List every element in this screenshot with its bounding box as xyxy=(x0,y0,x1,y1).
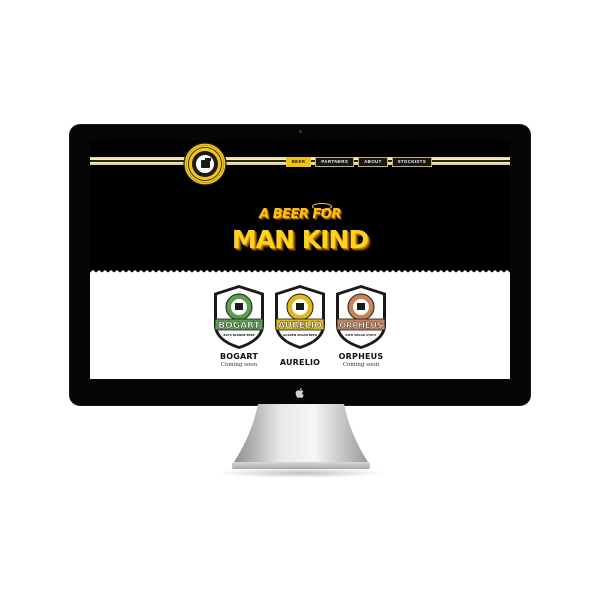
svg-text:AURELIO: AURELIO xyxy=(278,321,322,331)
svg-text:ORPHEUS: ORPHEUS xyxy=(339,321,382,330)
bogart-badge-icon: BOGART BOYS BLONDE BEER xyxy=(214,285,264,349)
product-name[interactable]: AURELIO xyxy=(267,358,333,367)
apple-icon xyxy=(295,388,304,398)
product-name[interactable]: BOGART xyxy=(206,352,272,361)
hero-section: A BEER FOR MAN KIND xyxy=(90,187,510,273)
website-screen: BEER PARTNERS ABOUT STOCKISTS A BEER FOR… xyxy=(90,141,510,379)
product-card[interactable]: BOGART BOYS BLONDE BEER BOGART Coming so… xyxy=(206,283,272,368)
product-name[interactable]: ORPHEUS xyxy=(328,352,394,361)
products-section: BOGART BOYS BLONDE BEER BOGART Coming so… xyxy=(90,273,510,379)
monitor-frame: BEER PARTNERS ABOUT STOCKISTS A BEER FOR… xyxy=(70,125,530,405)
svg-text:BOGART: BOGART xyxy=(218,321,260,331)
product-card[interactable]: ORPHEUS RICH VEGAN STOUT ORPHEUS Coming … xyxy=(328,283,394,368)
svg-text:GOLDEN VEGAN BEER: GOLDEN VEGAN BEER xyxy=(283,333,318,337)
orpheus-badge-icon: ORPHEUS RICH VEGAN STOUT xyxy=(336,285,386,349)
nav-beer[interactable]: BEER xyxy=(285,157,312,167)
nav-partners[interactable]: PARTNERS xyxy=(315,157,355,167)
brand-logo[interactable] xyxy=(182,141,228,187)
svg-text:BOYS BLONDE BEER: BOYS BLONDE BEER xyxy=(223,333,255,337)
stand-shadow xyxy=(215,468,387,478)
hero-tagline-top: A BEER FOR xyxy=(259,207,341,222)
monitor-stand xyxy=(232,404,370,469)
product-status: Coming soon xyxy=(220,362,258,368)
product-card[interactable]: AURELIO GOLDEN VEGAN BEER AURELIO xyxy=(267,283,333,368)
nav-stockists[interactable]: STOCKISTS xyxy=(391,157,432,167)
main-nav: BEER PARTNERS ABOUT STOCKISTS xyxy=(285,157,432,167)
product-status: Coming soon xyxy=(342,362,380,368)
svg-text:RICH VEGAN STOUT: RICH VEGAN STOUT xyxy=(346,333,377,337)
aurelio-badge-icon: AURELIO GOLDEN VEGAN BEER xyxy=(275,285,325,349)
camera-dot xyxy=(299,130,302,133)
hero-tagline-main: MAN KIND xyxy=(231,225,369,254)
nav-about[interactable]: ABOUT xyxy=(358,157,388,167)
